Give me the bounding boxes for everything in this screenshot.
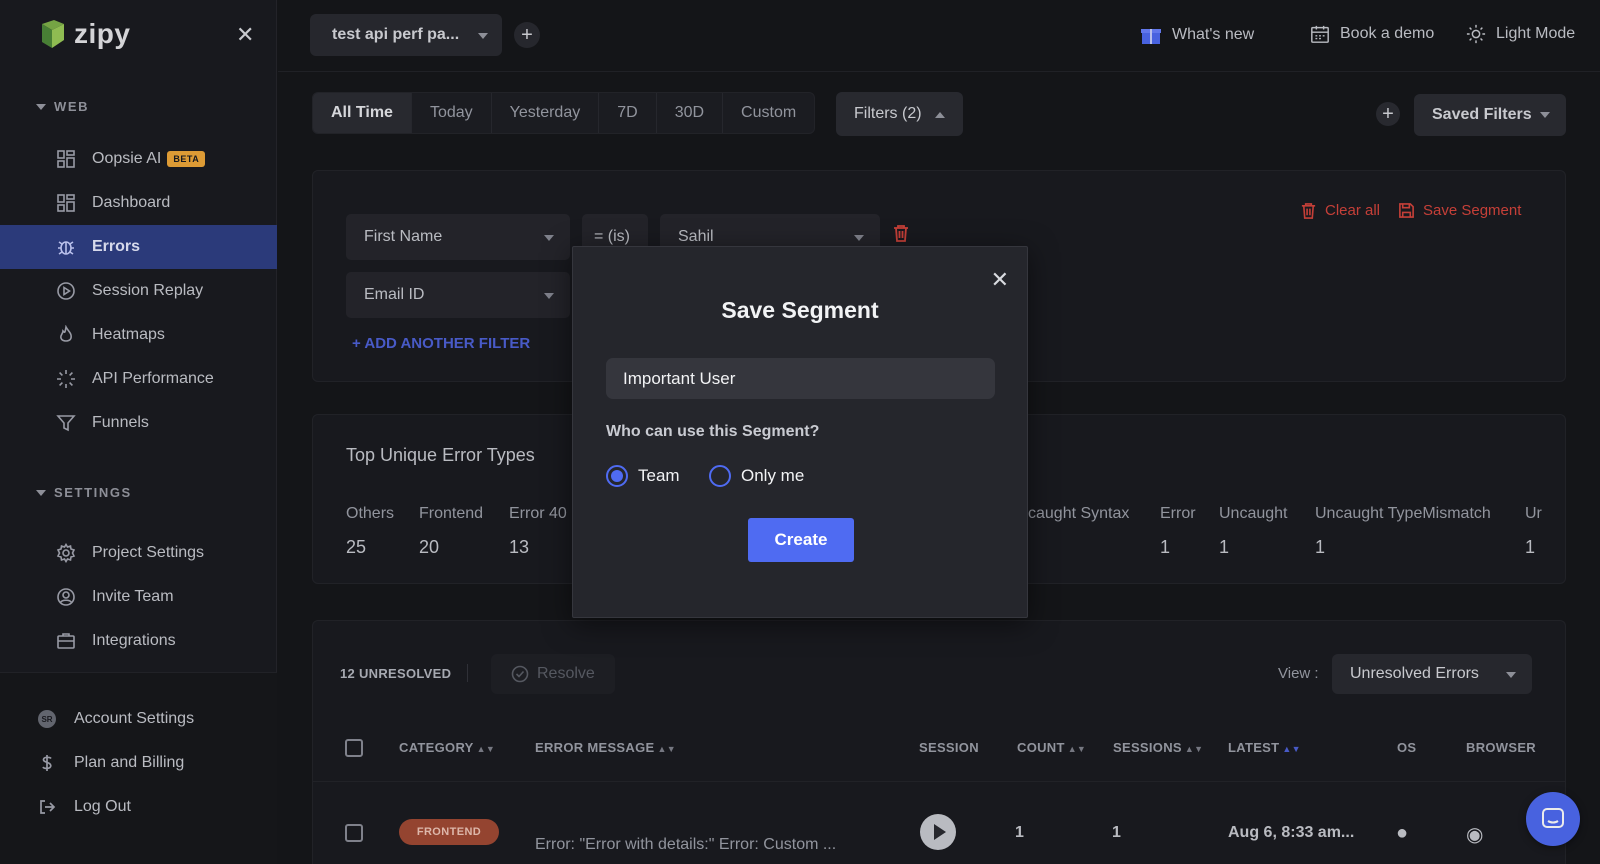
- radio-unselected-icon: [709, 465, 731, 487]
- radio-selected-icon: [606, 465, 628, 487]
- radio-only-me[interactable]: Only me: [709, 465, 804, 487]
- create-button[interactable]: Create: [748, 518, 854, 562]
- radio-only-me-label: Only me: [741, 466, 805, 485]
- modal-title: Save Segment: [721, 297, 879, 323]
- segment-name-input[interactable]: [606, 358, 995, 399]
- close-icon[interactable]: ✕: [991, 269, 1009, 291]
- radio-team[interactable]: Team: [606, 465, 680, 487]
- save-segment-modal: ✕ Save Segment Who can use this Segment?…: [572, 246, 1028, 618]
- visibility-question: Who can use this Segment?: [606, 423, 820, 440]
- radio-team-label: Team: [638, 466, 680, 485]
